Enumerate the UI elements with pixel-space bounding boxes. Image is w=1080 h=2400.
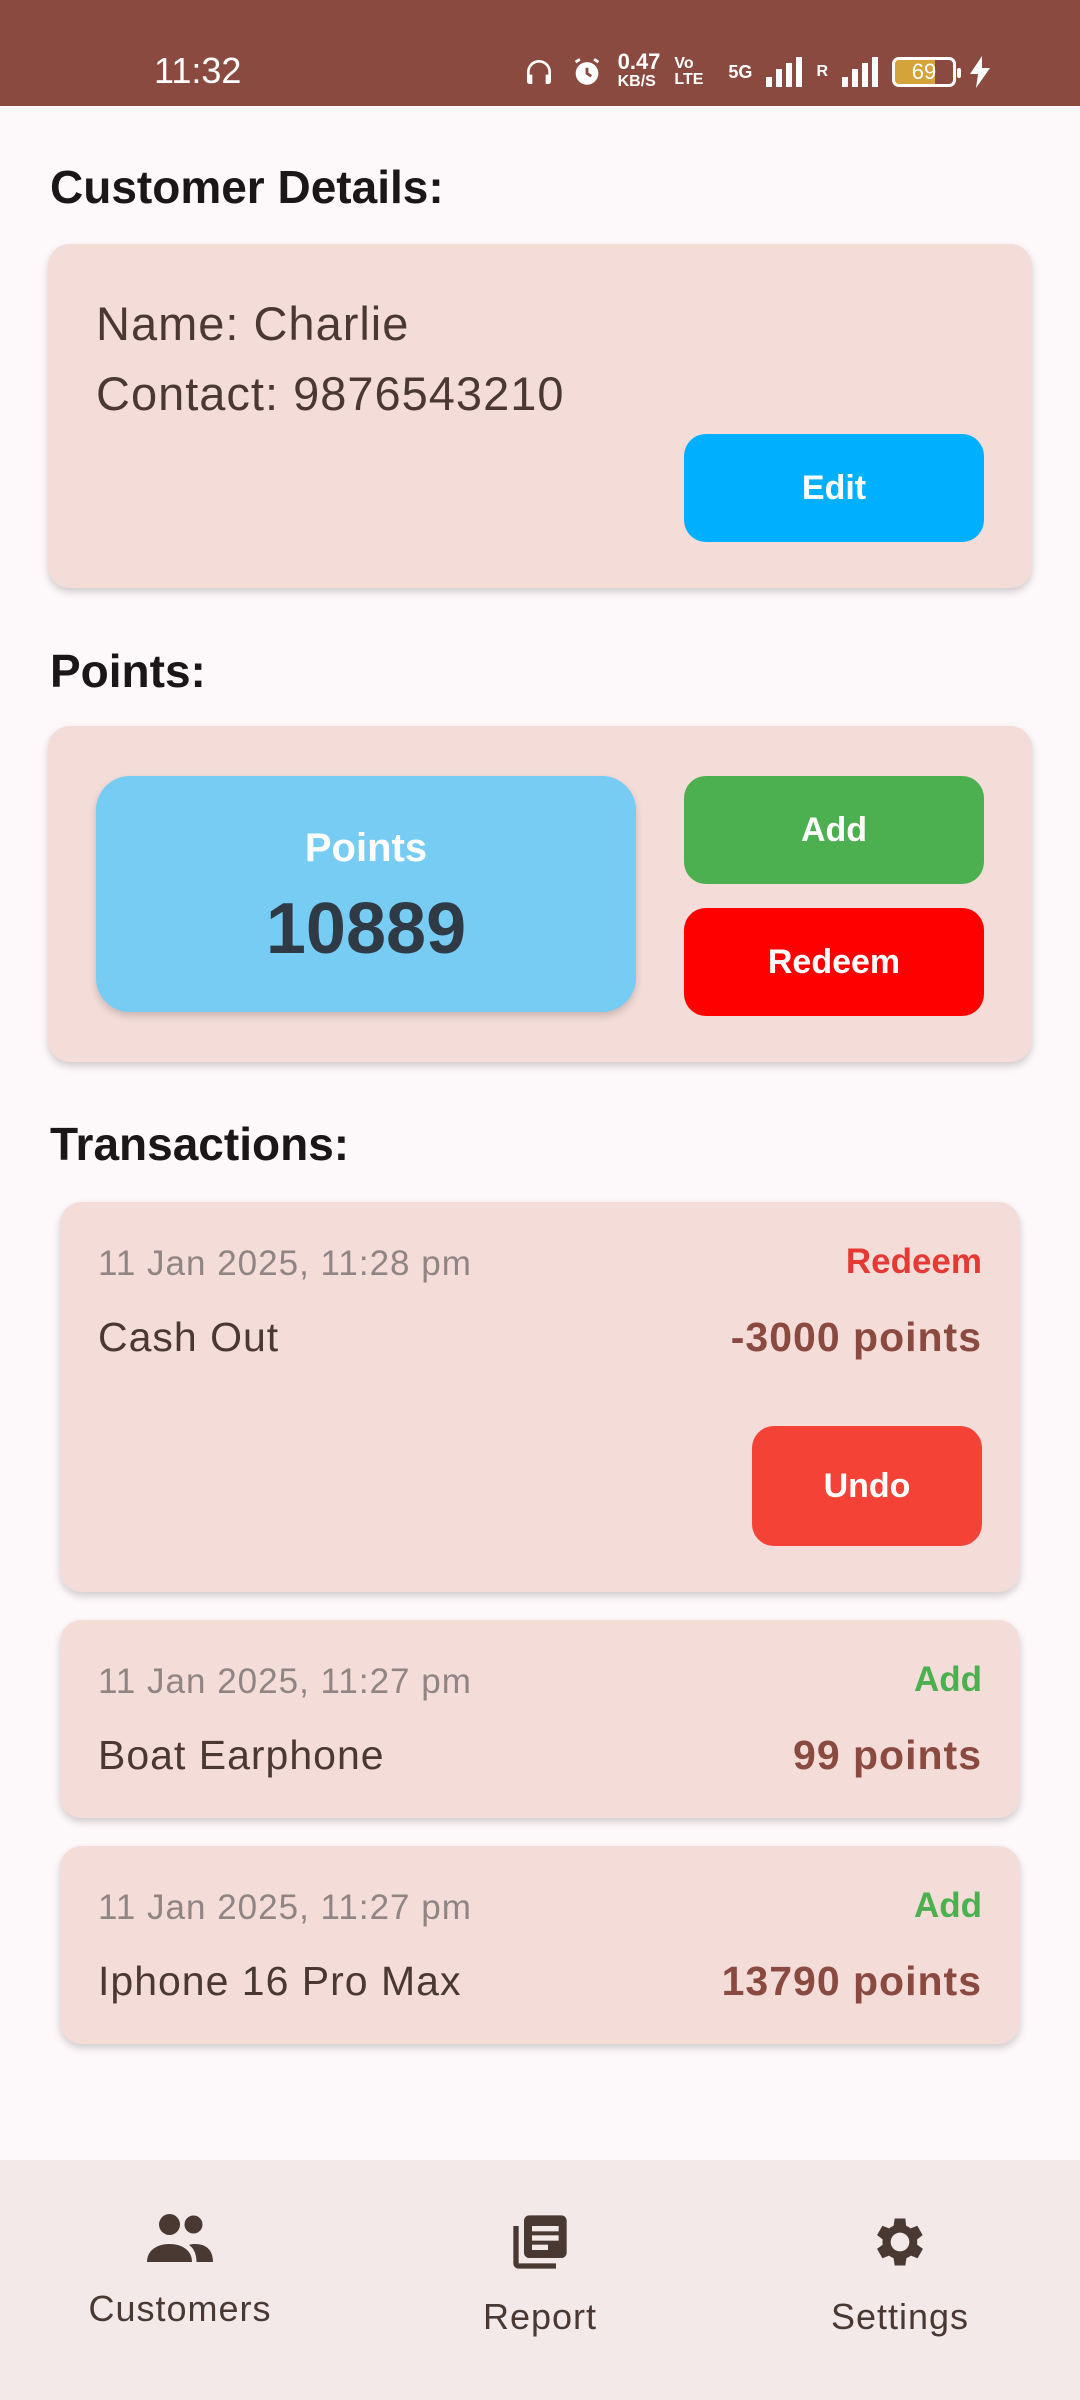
transaction-points: -3000 points bbox=[730, 1314, 982, 1360]
edit-button[interactable]: Edit bbox=[684, 434, 984, 542]
people-icon bbox=[147, 2214, 213, 2262]
transaction-type: Add bbox=[913, 1886, 982, 1925]
roaming-indicator: R bbox=[816, 63, 828, 80]
nav-item-report[interactable]: Report bbox=[360, 2160, 720, 2400]
transaction-date: 11 Jan 2025, 11:27 pm bbox=[98, 1888, 472, 1927]
status-icons: 0.47 KB/S Vo LTE 5G R 69 bbox=[522, 49, 990, 92]
battery-icon: 69 bbox=[892, 57, 961, 87]
customer-details-title: Customer Details: bbox=[50, 161, 444, 213]
undo-button[interactable]: Undo bbox=[752, 1426, 982, 1546]
redeem-points-button[interactable]: Redeem bbox=[684, 908, 984, 1016]
points-balance-box: Points 10889 bbox=[96, 776, 636, 1012]
report-icon bbox=[513, 2215, 567, 2269]
nav-item-customers[interactable]: Customers bbox=[0, 2160, 360, 2400]
customer-card: Name: Charlie Contact: 9876543210 Edit bbox=[48, 244, 1032, 588]
points-card: Points 10889 Add Redeem bbox=[48, 726, 1032, 1062]
transaction-type: Add bbox=[913, 1660, 982, 1699]
signal-icon-2 bbox=[842, 57, 878, 87]
transaction-date: 11 Jan 2025, 11:27 pm bbox=[98, 1662, 472, 1701]
nav-item-settings[interactable]: Settings bbox=[720, 2160, 1080, 2400]
transaction-points: 13790 points bbox=[721, 1958, 982, 2004]
points-title: Points: bbox=[50, 645, 206, 697]
add-points-button[interactable]: Add bbox=[684, 776, 984, 884]
transaction-date: 11 Jan 2025, 11:28 pm bbox=[98, 1244, 472, 1283]
customer-contact: Contact: 9876543210 bbox=[96, 367, 565, 420]
net-speed: 0.47 KB/S bbox=[617, 49, 661, 91]
transaction-description: Cash Out bbox=[98, 1314, 280, 1360]
headphones-icon bbox=[526, 60, 551, 84]
transaction-card[interactable]: 11 Jan 2025, 11:27 pm Add Boat Earphone … bbox=[60, 1620, 1020, 1818]
transaction-type: Redeem bbox=[845, 1242, 982, 1281]
charging-icon bbox=[970, 56, 990, 88]
volte-indicator: Vo LTE bbox=[674, 55, 704, 88]
network-type: 5G bbox=[728, 61, 753, 82]
points-label: Points bbox=[304, 826, 428, 870]
transactions-title: Transactions: bbox=[50, 1118, 350, 1170]
transaction-description: Boat Earphone bbox=[98, 1732, 385, 1778]
status-bar: 11:32 0.47 KB/S Vo LTE 5G R 69 bbox=[0, 0, 1080, 106]
status-time: 11:32 bbox=[154, 50, 242, 91]
alarm-icon bbox=[574, 58, 599, 85]
transaction-card[interactable]: 11 Jan 2025, 11:28 pm Redeem Cash Out -3… bbox=[60, 1202, 1020, 1592]
transaction-description: Iphone 16 Pro Max bbox=[98, 1958, 462, 2004]
transaction-points: 99 points bbox=[793, 1732, 982, 1778]
signal-icon bbox=[766, 57, 803, 87]
nav-label-customers: Customers bbox=[88, 2288, 272, 2329]
points-value: 10889 bbox=[265, 889, 467, 969]
transaction-card[interactable]: 11 Jan 2025, 11:27 pm Add Iphone 16 Pro … bbox=[60, 1846, 1020, 2044]
bottom-navigation: Customers Report Settings bbox=[0, 2160, 1080, 2400]
nav-label-report: Report bbox=[482, 2296, 598, 2337]
nav-label-settings: Settings bbox=[830, 2296, 970, 2337]
customer-name: Name: Charlie bbox=[96, 297, 410, 350]
gear-icon bbox=[877, 2218, 923, 2266]
